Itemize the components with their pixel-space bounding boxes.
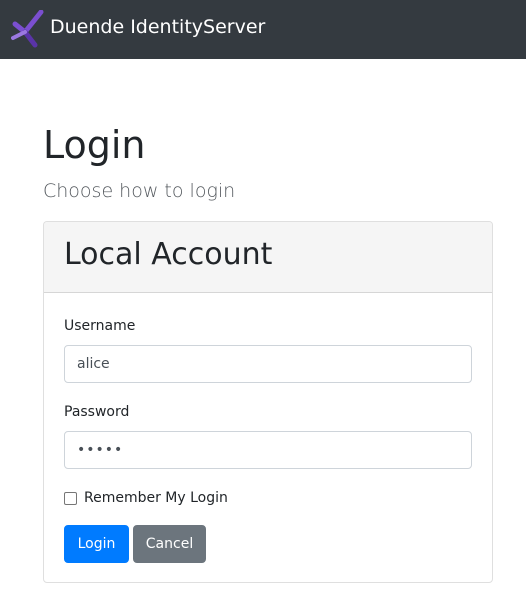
password-input[interactable] [64, 431, 472, 469]
remember-login-label[interactable]: Remember My Login [84, 488, 228, 508]
brand-name[interactable]: Duende IdentityServer [50, 15, 265, 39]
duende-logo-icon[interactable] [11, 10, 47, 48]
top-navbar: Duende IdentityServer [0, 0, 526, 59]
card-header: Local Account [44, 222, 492, 293]
username-input[interactable] [64, 345, 472, 383]
remember-login-row[interactable]: Remember My Login [64, 488, 228, 508]
local-account-card: Local Account Username Password Remember… [43, 221, 493, 583]
remember-login-checkbox[interactable] [64, 491, 77, 505]
card-title: Local Account [64, 237, 273, 272]
login-button[interactable]: Login [64, 525, 129, 563]
page-subtitle: Choose how to login [43, 180, 236, 202]
page-title: Login [43, 123, 146, 167]
cancel-button[interactable]: Cancel [133, 525, 206, 563]
username-label: Username [64, 318, 136, 334]
password-label: Password [64, 404, 130, 420]
